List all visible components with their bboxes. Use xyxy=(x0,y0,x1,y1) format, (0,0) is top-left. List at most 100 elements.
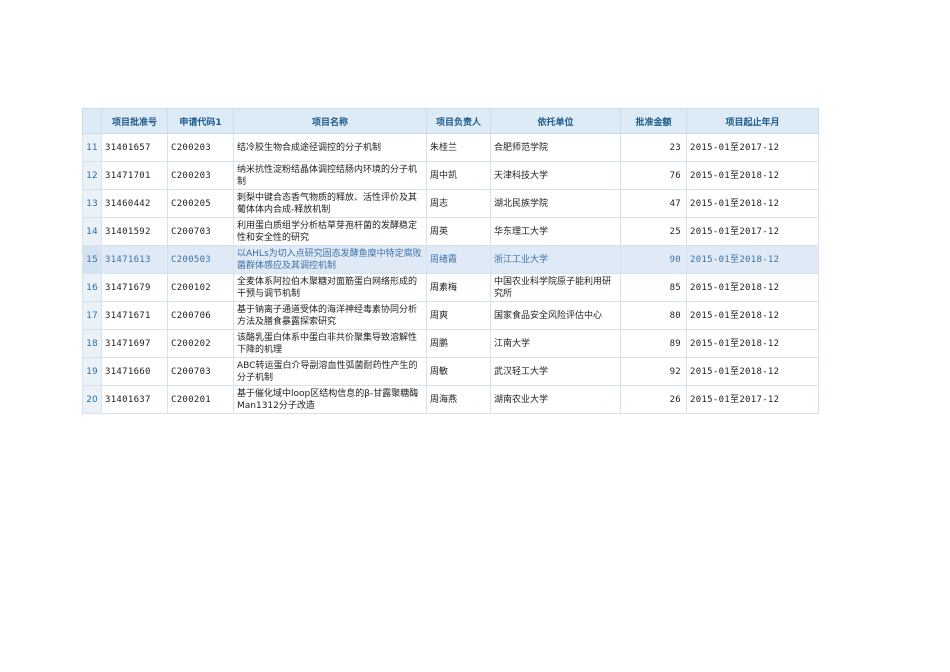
col-header-leader[interactable]: 项目负责人 xyxy=(426,108,491,134)
apply-code-cell: C200203 xyxy=(167,133,234,162)
col-header-organization[interactable]: 依托单位 xyxy=(490,108,621,134)
project-id-cell: 31401637 xyxy=(101,385,168,414)
row-index: 18 xyxy=(82,329,102,358)
leader-cell: 朱桂兰 xyxy=(426,133,491,162)
project-id-cell: 31471679 xyxy=(101,273,168,302)
row-index: 17 xyxy=(82,301,102,330)
project-name-cell: 刺梨中键合态香气物质的释放、活性评价及其葡体体内合成-释放机制 xyxy=(233,189,427,218)
apply-code-cell: C200706 xyxy=(167,301,234,330)
table-row[interactable]: 12 31471701 C200203 纳米抗性淀粉结晶体调控结肠内环境的分子机制 周中… xyxy=(82,161,819,190)
table-row[interactable]: 14 31401592 C200703 利用蛋白质组学分析枯草芽孢杆菌的发酵稳定性和安… xyxy=(82,217,819,246)
project-id-cell: 31460442 xyxy=(101,189,168,218)
leader-cell: 周爽 xyxy=(426,301,491,330)
organization-cell: 浙江工业大学 xyxy=(490,245,621,274)
apply-code-cell: C200703 xyxy=(167,357,234,386)
amount-cell: 80 xyxy=(620,301,687,330)
period-cell: 2015-01至2017-12 xyxy=(686,385,819,414)
project-name-cell: 基于钠离子通道受体的海洋神经毒素协同分析方法及膳食暴露探索研究 xyxy=(233,301,427,330)
col-header-amount[interactable]: 批准金额 xyxy=(620,108,687,134)
apply-code-cell: C200102 xyxy=(167,273,234,302)
project-name-cell: 纳米抗性淀粉结晶体调控结肠内环境的分子机制 xyxy=(233,161,427,190)
amount-cell: 92 xyxy=(620,357,687,386)
project-name-cell: 全麦体系阿拉伯木聚糖对面筋蛋白网络形成的干预与调节机制 xyxy=(233,273,427,302)
period-cell: 2015-01至2017-12 xyxy=(686,133,819,162)
amount-cell: 26 xyxy=(620,385,687,414)
project-name-cell: 基于催化域中loop区结构信息的β-甘露聚糖酶Man1312分子改造 xyxy=(233,385,427,414)
leader-cell: 周绪霞 xyxy=(426,245,491,274)
leader-cell: 周海燕 xyxy=(426,385,491,414)
col-header-apply-code[interactable]: 申请代码1 xyxy=(167,108,234,134)
row-index: 20 xyxy=(82,385,102,414)
organization-cell: 合肥师范学院 xyxy=(490,133,621,162)
organization-cell: 中国农业科学院原子能利用研究所 xyxy=(490,273,621,302)
leader-cell: 周素梅 xyxy=(426,273,491,302)
organization-cell: 武汉轻工大学 xyxy=(490,357,621,386)
row-index: 11 xyxy=(82,133,102,162)
project-id-cell: 31471613 xyxy=(101,245,168,274)
row-index: 15 xyxy=(82,245,102,274)
apply-code-cell: C200205 xyxy=(167,189,234,218)
col-header-project-name[interactable]: 项目名称 xyxy=(233,108,427,134)
project-id-cell: 31401592 xyxy=(101,217,168,246)
project-id-cell: 31471660 xyxy=(101,357,168,386)
organization-cell: 华东理工大学 xyxy=(490,217,621,246)
project-name-cell: 该酪乳蛋白体系中蛋白非共价聚集导致溶解性下降的机理 xyxy=(233,329,427,358)
project-id-cell: 31471697 xyxy=(101,329,168,358)
apply-code-cell: C200703 xyxy=(167,217,234,246)
project-table: 项目批准号 申请代码1 项目名称 项目负责人 依托单位 批准金额 项目起止年月 … xyxy=(82,108,819,414)
table-row[interactable]: 15 31471613 C200503 以AHLs为切入点研究固态发酵鱼糜中特定腐败菌… xyxy=(82,245,819,274)
leader-cell: 周敏 xyxy=(426,357,491,386)
header-row: 项目批准号 申请代码1 项目名称 项目负责人 依托单位 批准金额 项目起止年月 xyxy=(82,108,819,134)
organization-cell: 湖北民族学院 xyxy=(490,189,621,218)
row-index: 19 xyxy=(82,357,102,386)
project-id-cell: 31401657 xyxy=(101,133,168,162)
period-cell: 2015-01至2018-12 xyxy=(686,245,819,274)
amount-cell: 47 xyxy=(620,189,687,218)
project-name-cell: 利用蛋白质组学分析枯草芽孢杆菌的发酵稳定性和安全性的研究 xyxy=(233,217,427,246)
period-cell: 2015-01至2018-12 xyxy=(686,301,819,330)
leader-cell: 周英 xyxy=(426,217,491,246)
table-row[interactable]: 16 31471679 C200102 全麦体系阿拉伯木聚糖对面筋蛋白网络形成的干预与… xyxy=(82,273,819,302)
table-row[interactable]: 19 31471660 C200703 ABC转运蛋白介导副溶血性弧菌耐药性产生的分子… xyxy=(82,357,819,386)
project-name-cell: 以AHLs为切入点研究固态发酵鱼糜中特定腐败菌群体感应及其调控机制 xyxy=(233,245,427,274)
table-row[interactable]: 18 31471697 C200202 该酪乳蛋白体系中蛋白非共价聚集导致溶解性下降的… xyxy=(82,329,819,358)
row-index: 16 xyxy=(82,273,102,302)
apply-code-cell: C200503 xyxy=(167,245,234,274)
amount-cell: 23 xyxy=(620,133,687,162)
project-id-cell: 31471701 xyxy=(101,161,168,190)
period-cell: 2015-01至2018-12 xyxy=(686,161,819,190)
apply-code-cell: C200202 xyxy=(167,329,234,358)
apply-code-cell: C200201 xyxy=(167,385,234,414)
table-row[interactable]: 11 31401657 C200203 结冷胶生物合成途径调控的分子机制 朱桂兰 合肥师范… xyxy=(82,133,819,162)
table-row[interactable]: 20 31401637 C200201 基于催化域中loop区结构信息的β-甘露聚糖酶… xyxy=(82,385,819,414)
project-name-cell: ABC转运蛋白介导副溶血性弧菌耐药性产生的分子机制 xyxy=(233,357,427,386)
col-header-index xyxy=(82,108,102,134)
amount-cell: 85 xyxy=(620,273,687,302)
period-cell: 2015-01至2018-12 xyxy=(686,357,819,386)
period-cell: 2015-01至2018-12 xyxy=(686,189,819,218)
organization-cell: 湖南农业大学 xyxy=(490,385,621,414)
period-cell: 2015-01至2018-12 xyxy=(686,273,819,302)
amount-cell: 25 xyxy=(620,217,687,246)
amount-cell: 90 xyxy=(620,245,687,274)
apply-code-cell: C200203 xyxy=(167,161,234,190)
organization-cell: 天津科技大学 xyxy=(490,161,621,190)
project-name-cell: 结冷胶生物合成途径调控的分子机制 xyxy=(233,133,427,162)
amount-cell: 76 xyxy=(620,161,687,190)
organization-cell: 江南大学 xyxy=(490,329,621,358)
col-header-project-id[interactable]: 项目批准号 xyxy=(101,108,168,134)
amount-cell: 89 xyxy=(620,329,687,358)
table-row[interactable]: 13 31460442 C200205 刺梨中键合态香气物质的释放、活性评价及其葡体体… xyxy=(82,189,819,218)
row-index: 12 xyxy=(82,161,102,190)
period-cell: 2015-01至2017-12 xyxy=(686,217,819,246)
period-cell: 2015-01至2018-12 xyxy=(686,329,819,358)
project-id-cell: 31471671 xyxy=(101,301,168,330)
row-index: 13 xyxy=(82,189,102,218)
row-index: 14 xyxy=(82,217,102,246)
col-header-period[interactable]: 项目起止年月 xyxy=(686,108,819,134)
leader-cell: 周中凯 xyxy=(426,161,491,190)
leader-cell: 周鹏 xyxy=(426,329,491,358)
leader-cell: 周志 xyxy=(426,189,491,218)
organization-cell: 国家食品安全风险评估中心 xyxy=(490,301,621,330)
table-row[interactable]: 17 31471671 C200706 基于钠离子通道受体的海洋神经毒素协同分析方法及… xyxy=(82,301,819,330)
